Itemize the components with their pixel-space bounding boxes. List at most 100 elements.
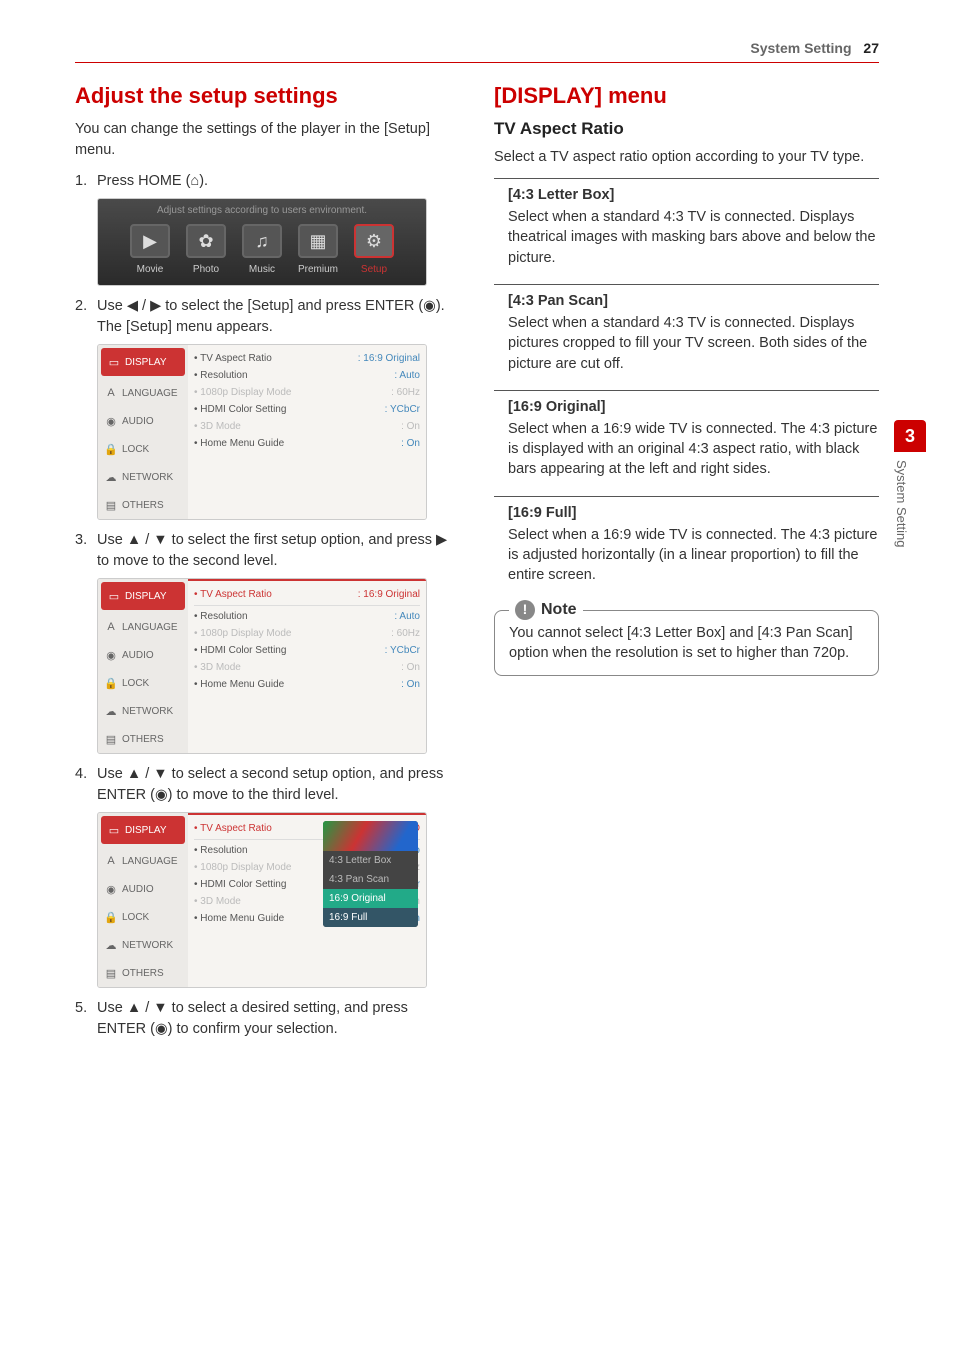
network-icon: ☁	[104, 938, 118, 952]
up-arrow-icon: ▲	[127, 766, 141, 782]
left-column: Adjust the setup settings You can change…	[75, 83, 460, 1046]
audio-icon: ◉	[104, 882, 118, 896]
shot4-popup: 4:3 Letter Box 4:3 Pan Scan 16:9 Origina…	[323, 821, 418, 927]
popup-item: 4:3 Pan Scan	[323, 870, 418, 889]
movie-icon: ▶	[130, 224, 170, 258]
option-desc: Select when a 16:9 wide TV is connected.…	[508, 525, 879, 586]
option-desc: Select when a standard 4:3 TV is connect…	[508, 207, 879, 268]
option-169-full: [16:9 Full] Select when a 16:9 wide TV i…	[494, 496, 879, 596]
sidebar-item-display: ▭DISPLAY	[101, 816, 185, 844]
shot1-banner: Adjust settings according to users envir…	[98, 199, 426, 224]
down-arrow-icon: ▼	[153, 532, 167, 548]
screenshot-setup-level2: ▭DISPLAY ALANGUAGE ◉AUDIO 🔒LOCK ☁NETWORK…	[97, 578, 427, 754]
shot1-item-setup: ⚙Setup	[354, 224, 394, 275]
shot2-sidebar: ▭DISPLAY ALANGUAGE ◉AUDIO 🔒LOCK ☁NETWORK…	[98, 345, 188, 519]
right-arrow-icon: ▶	[436, 532, 447, 548]
network-icon: ☁	[104, 704, 118, 718]
sidebar-item-network: ☁NETWORK	[98, 463, 188, 491]
step-5: 5. Use ▲ / ▼ to select a desired setting…	[75, 998, 460, 1040]
option-169-original: [16:9 Original] Select when a 16:9 wide …	[494, 390, 879, 490]
others-icon: ▤	[104, 498, 118, 512]
enter-icon: ◉	[155, 787, 168, 803]
step-1: 1. Press HOME (⌂).	[75, 171, 460, 192]
shot3-sidebar: ▭DISPLAY ALANGUAGE ◉AUDIO 🔒LOCK ☁NETWORK…	[98, 579, 188, 753]
step-3-number: 3.	[75, 530, 97, 572]
sidebar-item-others: ▤OTHERS	[98, 491, 188, 519]
premium-icon: ▦	[298, 224, 338, 258]
shot3-option-list: • TV Aspect Ratio: 16:9 Original • Resol…	[188, 578, 426, 753]
sidebar-item-others: ▤OTHERS	[98, 725, 188, 753]
step-4-text: Use ▲ / ▼ to select a second setup optio…	[97, 764, 460, 806]
step-1-number: 1.	[75, 171, 97, 192]
audio-icon: ◉	[104, 414, 118, 428]
step-2-number: 2.	[75, 296, 97, 338]
enter-icon: ◉	[423, 298, 436, 314]
header-section: System Setting	[750, 40, 851, 56]
sidebar-item-lock: 🔒LOCK	[98, 903, 188, 931]
lock-icon: 🔒	[104, 910, 118, 924]
display-icon: ▭	[107, 589, 121, 603]
lock-icon: 🔒	[104, 676, 118, 690]
step-3-text: Use ▲ / ▼ to select the first setup opti…	[97, 530, 460, 572]
others-icon: ▤	[104, 732, 118, 746]
side-tab-label: System Setting	[894, 460, 909, 580]
header-rule	[75, 62, 879, 63]
step-1-text: Press HOME (⌂).	[97, 171, 460, 192]
screenshot-setup-level3: ▭DISPLAY ALANGUAGE ◉AUDIO 🔒LOCK ☁NETWORK…	[97, 812, 427, 988]
option-43-panscan: [4:3 Pan Scan] Select when a standard 4:…	[494, 284, 879, 384]
note-badge: ! Note	[509, 599, 583, 621]
sidebar-item-lock: 🔒LOCK	[98, 435, 188, 463]
step-5-text: Use ▲ / ▼ to select a desired setting, a…	[97, 998, 460, 1040]
down-arrow-icon: ▼	[153, 1000, 167, 1016]
left-heading: Adjust the setup settings	[75, 83, 460, 109]
down-arrow-icon: ▼	[153, 766, 167, 782]
option-43-letterbox: [4:3 Letter Box] Select when a standard …	[494, 178, 879, 278]
option-desc: Select when a 16:9 wide TV is connected.…	[508, 419, 879, 480]
note-text: You cannot select [4:3 Letter Box] and […	[509, 625, 853, 661]
right-heading: [DISPLAY] menu	[494, 83, 879, 109]
option-desc: Select when a standard 4:3 TV is connect…	[508, 313, 879, 374]
note-label: Note	[541, 599, 577, 621]
header-page-number: 27	[863, 40, 879, 56]
step-2: 2. Use ◀ / ▶ to select the [Setup] and p…	[75, 296, 460, 338]
page-header: System Setting 27	[75, 40, 879, 56]
sidebar-item-language: ALANGUAGE	[98, 379, 188, 407]
up-arrow-icon: ▲	[127, 532, 141, 548]
sidebar-item-audio: ◉AUDIO	[98, 875, 188, 903]
display-icon: ▭	[107, 823, 121, 837]
others-icon: ▤	[104, 966, 118, 980]
setup-icon: ⚙	[354, 224, 394, 258]
language-icon: A	[104, 620, 118, 634]
audio-icon: ◉	[104, 648, 118, 662]
screenshot-setup-menu: ▭DISPLAY ALANGUAGE ◉AUDIO 🔒LOCK ☁NETWORK…	[97, 344, 427, 520]
display-icon: ▭	[107, 355, 121, 369]
sidebar-item-network: ☁NETWORK	[98, 697, 188, 725]
sidebar-item-lock: 🔒LOCK	[98, 669, 188, 697]
step-5-number: 5.	[75, 998, 97, 1040]
option-title: [4:3 Pan Scan]	[508, 293, 879, 309]
photo-icon: ✿	[186, 224, 226, 258]
shot4-sidebar: ▭DISPLAY ALANGUAGE ◉AUDIO 🔒LOCK ☁NETWORK…	[98, 813, 188, 987]
network-icon: ☁	[104, 470, 118, 484]
shot2-option-list: • TV Aspect Ratio: 16:9 Original • Resol…	[188, 345, 426, 519]
popup-item: 16:9 Full	[323, 908, 418, 927]
step-4: 4. Use ▲ / ▼ to select a second setup op…	[75, 764, 460, 806]
side-tab-number: 3	[894, 420, 926, 452]
note-icon: !	[515, 600, 535, 620]
sidebar-item-display: ▭DISPLAY	[101, 348, 185, 376]
right-arrow-icon: ▶	[150, 298, 161, 314]
step-2-text: Use ◀ / ▶ to select the [Setup] and pres…	[97, 296, 460, 338]
lock-icon: 🔒	[104, 442, 118, 456]
option-title: [16:9 Full]	[508, 505, 879, 521]
sidebar-item-others: ▤OTHERS	[98, 959, 188, 987]
home-icon: ⌂	[190, 173, 199, 189]
up-arrow-icon: ▲	[127, 1000, 141, 1016]
sidebar-item-audio: ◉AUDIO	[98, 641, 188, 669]
shot1-item-photo: ✿Photo	[186, 224, 226, 275]
popup-item-selected: 16:9 Original	[323, 889, 418, 908]
aspect-intro: Select a TV aspect ratio option accordin…	[494, 147, 879, 168]
shot1-item-movie: ▶Movie	[130, 224, 170, 275]
language-icon: A	[104, 854, 118, 868]
option-title: [4:3 Letter Box]	[508, 187, 879, 203]
music-icon: ♫	[242, 224, 282, 258]
